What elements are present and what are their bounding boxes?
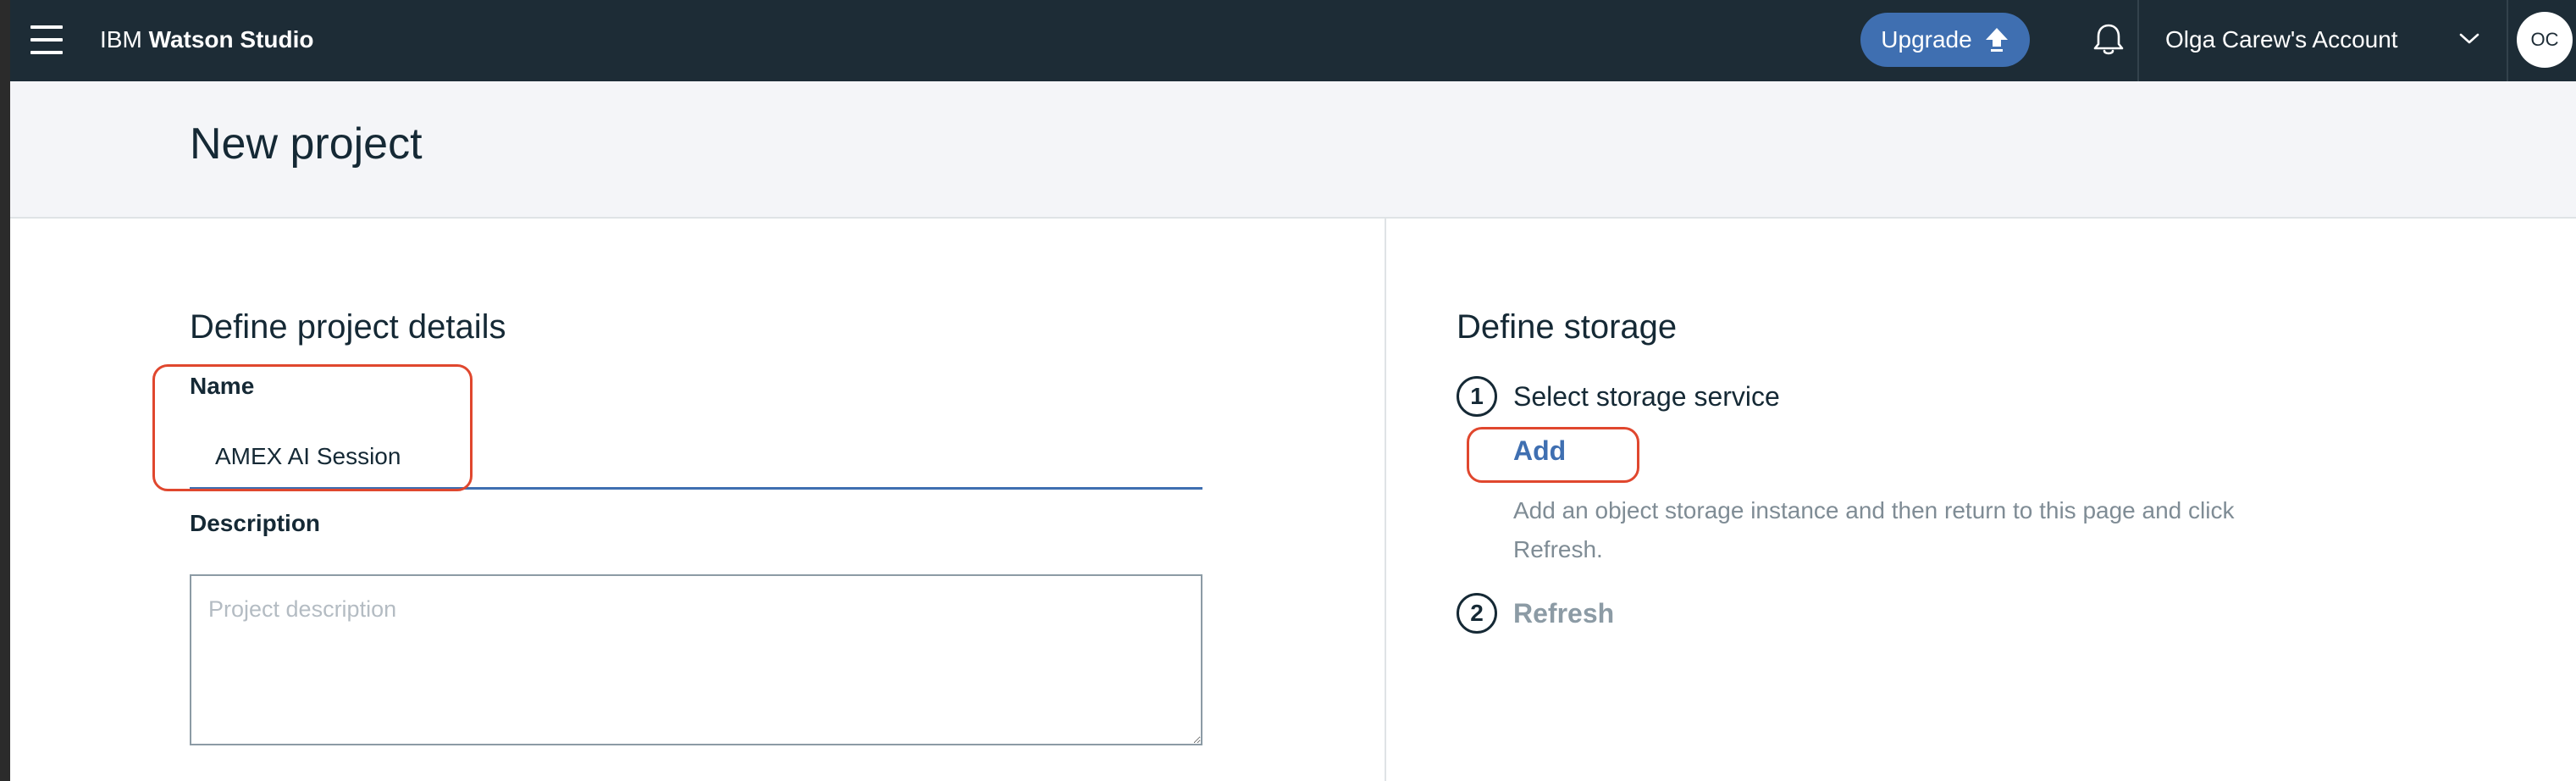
avatar[interactable]: OC <box>2517 12 2573 68</box>
top-navigation-bar: IBM Watson Studio Upgrade Olga Carew's A… <box>10 0 2576 81</box>
page-header: New project <box>10 81 2576 219</box>
account-switcher[interactable]: Olga Carew's Account <box>2165 25 2398 54</box>
add-storage-link[interactable]: Add <box>1513 435 1566 467</box>
brand-name: Watson Studio <box>148 26 314 53</box>
background-window-edge <box>0 0 10 781</box>
project-name-input[interactable] <box>190 425 1202 490</box>
upgrade-label: Upgrade <box>1881 26 1972 53</box>
page-title: New project <box>190 119 423 169</box>
upload-arrow-icon <box>1985 28 2008 52</box>
project-details-title: Define project details <box>190 308 506 346</box>
brand-prefix: IBM <box>100 26 142 53</box>
topbar-divider <box>2507 0 2508 81</box>
step-2-icon: 2 <box>1457 593 1497 634</box>
refresh-link[interactable]: Refresh <box>1513 598 1614 629</box>
new-project-form: Define project details Name Description … <box>10 219 2576 781</box>
upgrade-button[interactable]: Upgrade <box>1860 13 2030 67</box>
notifications-bell-icon[interactable] <box>2089 20 2128 59</box>
storage-section-title: Define storage <box>1457 308 1678 346</box>
step-1-icon: 1 <box>1457 376 1497 417</box>
storage-help-text: Add an object storage instance and then … <box>1513 497 2235 562</box>
column-divider <box>1385 219 1386 781</box>
name-label: Name <box>190 373 255 399</box>
step-1-label: Select storage service <box>1513 381 1780 412</box>
project-description-textarea[interactable] <box>190 574 1202 745</box>
product-brand[interactable]: IBM Watson Studio <box>100 25 314 54</box>
topbar-divider <box>2137 0 2139 81</box>
chevron-down-icon[interactable] <box>2457 30 2481 47</box>
description-label: Description <box>190 510 321 536</box>
hamburger-menu-icon[interactable] <box>30 25 63 54</box>
